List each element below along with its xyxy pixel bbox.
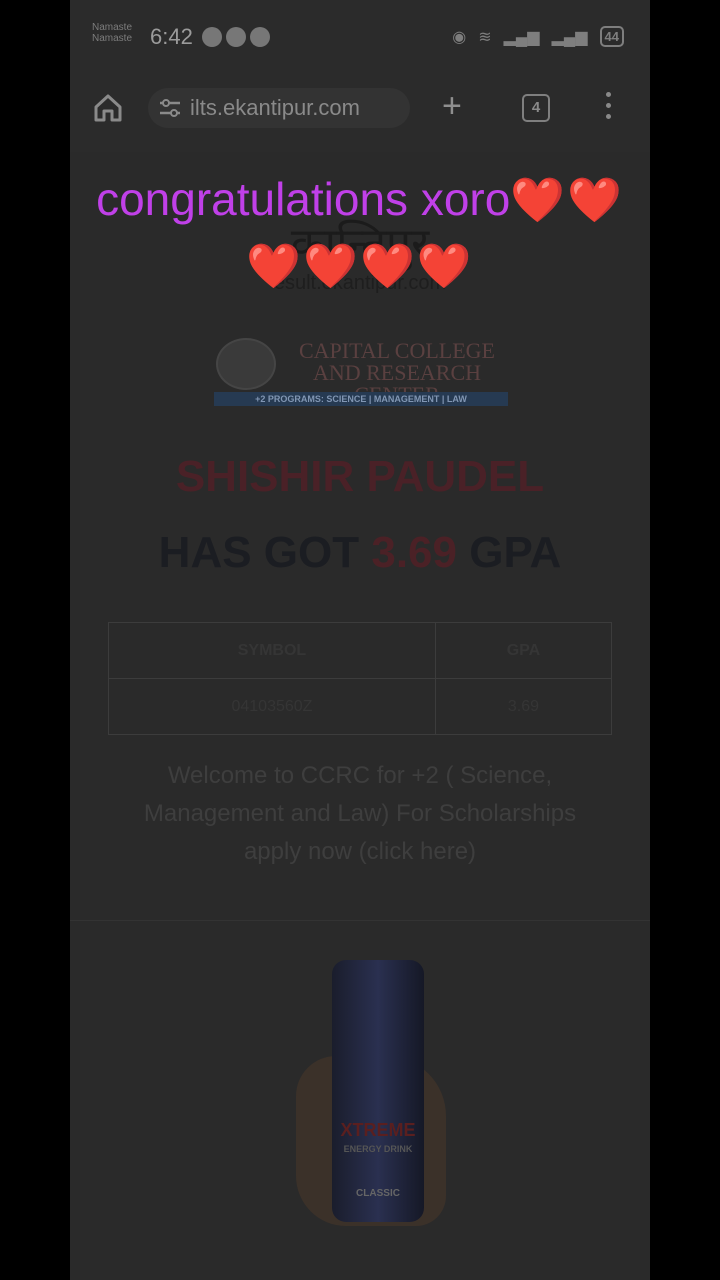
messenger-icon	[226, 27, 246, 47]
tab-switcher-button[interactable]: 4	[522, 94, 550, 122]
messenger-icon	[202, 27, 222, 47]
table-cell-gpa: 3.69	[434, 678, 613, 735]
messenger-icon	[250, 27, 270, 47]
home-button[interactable]	[90, 90, 126, 126]
result-page: कान्तिपुर esult.ekantipur.com CAPITAL CO…	[70, 152, 650, 1280]
ad-variant: CLASSIC	[356, 1188, 400, 1199]
table-header-row: SYMBOL GPA	[108, 622, 613, 679]
student-name: SHISHIR PAUDEL	[175, 452, 545, 501]
site-settings-icon[interactable]	[158, 98, 182, 118]
has-got-label: HAS GOT	[158, 528, 360, 577]
more-dot-icon	[605, 103, 611, 108]
college-emblem-icon	[216, 338, 276, 390]
clock: 6:42	[150, 24, 193, 49]
table-header-gpa: GPA	[434, 622, 613, 679]
ad-brand: XTREME	[340, 1120, 416, 1140]
story-caption: congratulations xoro❤️❤️ ❤️❤️❤️❤️	[0, 166, 720, 300]
program-strip: +2 PROGRAMS: SCIENCE | MANAGEMENT | LAW	[214, 392, 508, 406]
gpa-headline: HAS GOT 3.69 GPA	[70, 528, 650, 578]
carrier-label: Namaste Namaste	[92, 22, 132, 44]
caption-line-1: congratulations xoro❤️❤️	[0, 166, 720, 234]
more-dot-icon	[605, 92, 611, 97]
system-icons: ◉ ≋ ▂▄▆ ▂▄▆ 44	[452, 26, 624, 47]
click-here-link[interactable]: click here	[367, 838, 468, 865]
carrier-line-1: Namaste	[92, 22, 133, 33]
eye-icon: ◉	[452, 28, 467, 46]
signal-icon: ▂▄▆	[551, 28, 588, 46]
url-bar[interactable]: ilts.ekantipur.com	[148, 88, 410, 128]
hearts-line-1: ❤️❤️	[510, 176, 624, 225]
gpa-value: 3.69	[371, 528, 457, 577]
gpa-suffix: GPA	[469, 528, 562, 577]
hearts-line-2: ❤️❤️❤️❤️	[246, 242, 474, 291]
energy-drink-can: XTREME ENERGY DRINK CLASSIC	[332, 960, 424, 1222]
url-text[interactable]: ilts.ekantipur.com	[190, 95, 360, 121]
college-logo: CAPITAL COLLEGE AND RESEARCH CENTER +2 P…	[214, 338, 508, 406]
notification-icons	[202, 27, 270, 47]
more-dot-icon	[605, 114, 611, 119]
table-cell-symbol: 04103560Z	[108, 678, 436, 735]
new-tab-button[interactable]: +	[442, 86, 462, 126]
divider	[70, 920, 650, 921]
welcome-text: Welcome to CCRC for +2 ( Science, Manage…	[128, 757, 592, 871]
welcome-close: )	[468, 838, 477, 865]
browser-toolbar: ilts.ekantipur.com + 4	[70, 74, 650, 148]
battery-icon: 44	[599, 26, 624, 47]
wifi-icon: ≋	[478, 28, 492, 46]
welcome-message: Welcome to CCRC for +2 ( Science, Manage…	[143, 762, 577, 865]
result-table: SYMBOL GPA 04103560Z 3.69	[108, 622, 613, 735]
table-row: 04103560Z 3.69	[108, 678, 613, 735]
caption-text: congratulations xoro	[96, 173, 511, 225]
carrier-line-2: Namaste	[92, 33, 133, 44]
table-header-symbol: SYMBOL	[108, 622, 436, 679]
signal-icon: ▂▄▆	[503, 28, 540, 46]
ad-image[interactable]: XTREME ENERGY DRINK CLASSIC	[250, 960, 470, 1230]
more-menu-button[interactable]	[604, 92, 612, 122]
status-bar: Namaste Namaste 6:42 ◉ ≋ ▂▄▆ ▂▄▆ 44	[70, 0, 650, 74]
home-icon	[94, 94, 122, 122]
ad-subtitle: ENERGY DRINK	[343, 1144, 413, 1154]
